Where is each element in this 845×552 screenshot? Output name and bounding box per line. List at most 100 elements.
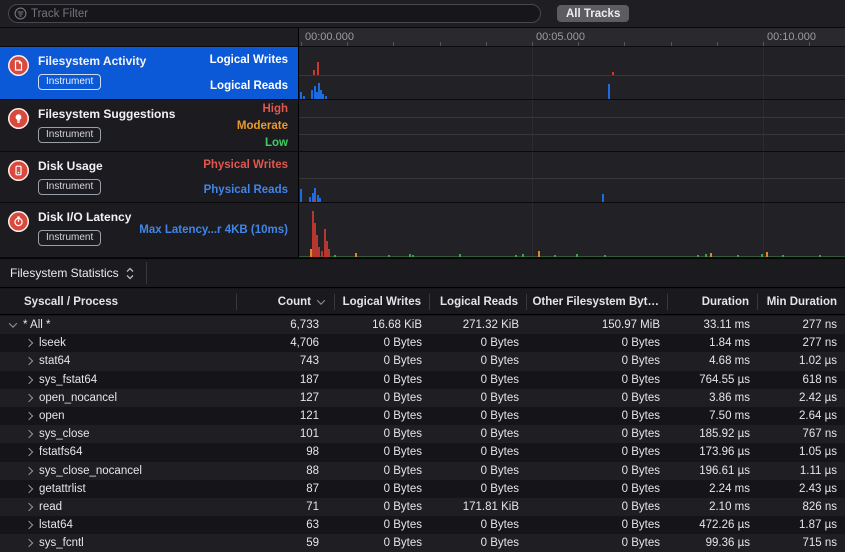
ruler-minor-tick [347,42,348,46]
table-row[interactable]: * All *6,73316.68 KiB271.32 KiB150.97 Mi… [0,316,845,334]
disclosure-chevron[interactable] [25,503,33,511]
ruler-minor-tick [486,42,487,46]
table-cell: 1.05 µs [758,446,845,458]
high-suggestions-lane [299,100,845,117]
table-cell: 59 [237,537,335,549]
disclosure-chevron[interactable] [25,339,33,347]
table-cell: 1.02 µs [758,355,845,367]
column-header-min-duration[interactable]: Min Duration [758,294,845,310]
table-cell: sys_fstat64 [0,374,237,386]
table-cell: 0 Bytes [335,410,430,422]
table-cell: 0 Bytes [335,483,430,495]
table-row[interactable]: open1210 Bytes0 Bytes0 Bytes7.50 ms2.64 … [0,407,845,425]
table-row[interactable]: lstat64630 Bytes0 Bytes0 Bytes472.26 µs1… [0,516,845,534]
column-header-syscall-process[interactable]: Syscall / Process [0,294,237,310]
table-cell: 715 ns [758,537,845,549]
logical-writes-lane [299,47,845,75]
chart-bar [300,92,302,99]
track-header[interactable]: Filesystem ActivityInstrumentLogical Wri… [0,47,298,100]
track-header[interactable]: Filesystem SuggestionsInstrumentHighMode… [0,100,298,152]
stats-table: * All *6,73316.68 KiB271.32 KiB150.97 Mi… [0,316,845,552]
disclosure-chevron[interactable] [25,430,33,438]
chart-bar [819,255,821,257]
track-meta: Disk UsageInstrument [38,159,103,195]
table-cell: 0 Bytes [527,392,668,404]
lightbulb-icon [8,108,29,129]
table-cell: 150.97 MiB [527,319,668,331]
ruler-spacer [0,28,298,47]
chart-bar [710,253,712,257]
column-header-logical-writes[interactable]: Logical Writes [335,294,430,310]
track-row-disk-i-o-latency: Disk I/O LatencyInstrumentMax Latency...… [0,203,845,258]
titlebar-divider [146,262,147,284]
track-header[interactable]: Disk I/O LatencyInstrumentMax Latency...… [0,203,298,258]
table-cell: 618 ns [758,374,845,386]
column-header-duration[interactable]: Duration [668,294,758,310]
time-ruler[interactable]: 00:00.00000:05.00000:10.000 [298,28,845,47]
table-cell: 0 Bytes [527,537,668,549]
chart-bar [766,252,768,257]
syscall-name: fstatfs64 [39,446,82,458]
track-list: Filesystem ActivityInstrumentLogical Wri… [0,47,845,258]
disclosure-chevron[interactable] [25,357,33,365]
filesystem-activity-icon [8,55,29,76]
table-row[interactable]: sys_fcntl590 Bytes0 Bytes0 Bytes99.36 µs… [0,534,845,552]
column-header-other-filesystem-byt-[interactable]: Other Filesystem Byt… [527,294,668,310]
track-chart[interactable] [298,203,845,258]
io-latency-lane [299,203,845,257]
track-chart[interactable] [298,100,845,152]
table-cell: 0 Bytes [335,355,430,367]
disclosure-chevron[interactable] [9,319,17,327]
stats-title[interactable]: Filesystem Statistics [10,266,119,280]
lane-label: High [262,103,288,115]
table-row[interactable]: sys_close_nocancel880 Bytes0 Bytes0 Byte… [0,462,845,480]
table-cell: 0 Bytes [527,410,668,422]
ruler-minor-tick [440,42,441,46]
disclosure-chevron[interactable] [25,412,33,420]
chart-bar [322,94,324,99]
table-row[interactable]: sys_close1010 Bytes0 Bytes0 Bytes185.92 … [0,425,845,443]
table-row[interactable]: read710 Bytes171.81 KiB0 Bytes2.10 ms826… [0,498,845,516]
disclosure-chevron[interactable] [25,521,33,529]
table-cell: 3.86 ms [668,392,758,404]
disclosure-chevron[interactable] [25,466,33,474]
table-cell: 0 Bytes [430,483,527,495]
table-row[interactable]: getattrlist870 Bytes0 Bytes0 Bytes2.24 m… [0,480,845,498]
track-header[interactable]: Disk UsageInstrumentPhysical WritesPhysi… [0,152,298,203]
table-cell: 4,706 [237,337,335,349]
disclosure-chevron[interactable] [25,448,33,456]
track-name: Disk Usage [38,159,103,173]
moderate-suggestions-lane [299,117,845,134]
disclosure-chevron[interactable] [25,485,33,493]
track-chart[interactable] [298,152,845,203]
table-row[interactable]: lseek4,7060 Bytes0 Bytes0 Bytes1.84 ms27… [0,334,845,352]
track-name: Disk I/O Latency [38,210,131,224]
track-chart[interactable] [298,47,845,100]
table-cell: 187 [237,374,335,386]
lane-labels: Logical WritesLogical Reads [210,47,288,99]
syscall-name: sys_close [39,428,90,440]
table-cell: 0 Bytes [335,374,430,386]
disclosure-chevron[interactable] [25,375,33,383]
all-tracks-button[interactable]: All Tracks [557,5,629,22]
table-row[interactable]: sys_fstat641870 Bytes0 Bytes0 Bytes764.5… [0,371,845,389]
column-header-count[interactable]: Count [237,294,335,310]
column-header-logical-reads[interactable]: Logical Reads [430,294,527,310]
table-cell: 764.55 µs [668,374,758,386]
disclosure-chevron[interactable] [25,394,33,402]
column-header-label: Other Filesystem Byt… [532,296,659,308]
table-cell: 0 Bytes [430,337,527,349]
chart-bar [604,255,606,257]
table-cell: stat64 [0,355,237,367]
table-row[interactable]: open_nocancel1270 Bytes0 Bytes0 Bytes3.8… [0,389,845,407]
popup-chevrons-icon[interactable] [126,267,134,280]
track-filter-input[interactable] [27,8,540,20]
table-row[interactable]: fstatfs64980 Bytes0 Bytes0 Bytes173.96 µ… [0,443,845,461]
table-row[interactable]: stat647430 Bytes0 Bytes0 Bytes4.68 ms1.0… [0,352,845,370]
table-cell: 0 Bytes [430,446,527,458]
track-filter-field[interactable] [8,4,541,23]
disclosure-chevron[interactable] [25,539,33,547]
table-cell: open [0,410,237,422]
table-cell: 0 Bytes [335,337,430,349]
instrument-badge: Instrument [38,230,101,246]
